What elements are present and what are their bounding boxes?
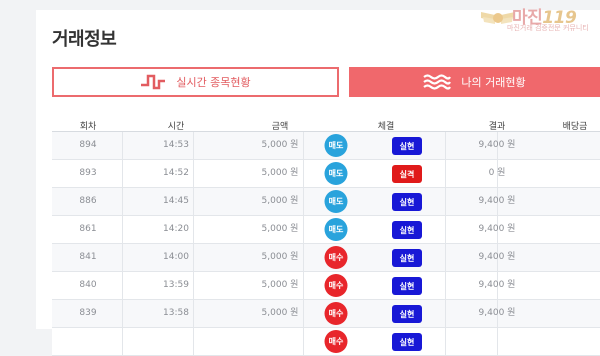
- execution-status-badge: 실현: [392, 277, 422, 295]
- table-row: 매수 실현: [52, 328, 600, 356]
- column-divider: [193, 328, 194, 355]
- trade-type-badge: 매도: [324, 162, 348, 185]
- column-divider: [445, 272, 446, 299]
- table-row: 886 14:45 5,000 원 매도 실현 9,400 원: [52, 188, 600, 216]
- trade-type-badge: 매도: [324, 190, 348, 213]
- pulse-icon: [141, 74, 166, 90]
- column-divider: [445, 160, 446, 187]
- round-cell: 839: [79, 308, 97, 318]
- trade-type-badge: 매도: [324, 134, 348, 157]
- trade-type-badge: 매도: [324, 218, 348, 241]
- execution-status-badge: 실격: [392, 165, 422, 183]
- column-divider: [445, 300, 446, 327]
- round-cell: 841: [79, 252, 97, 262]
- result-cell: 9,400 원: [478, 224, 516, 234]
- column-divider: [122, 188, 123, 215]
- column-divider: [122, 132, 123, 159]
- round-cell: 894: [79, 140, 97, 150]
- column-divider: [445, 328, 446, 355]
- amount-cell: 5,000 원: [261, 196, 299, 206]
- trade-type-badge: 매수: [324, 302, 348, 325]
- round-cell: 886: [79, 196, 97, 206]
- execution-status-badge: 실현: [392, 305, 422, 323]
- result-cell: 9,400 원: [478, 140, 516, 150]
- execution-status-badge: 실현: [392, 137, 422, 155]
- trade-type-badge: 매수: [324, 274, 348, 297]
- column-divider: [193, 244, 194, 271]
- tab-my-trades-label: 나의 거래현황: [461, 76, 526, 89]
- column-divider: [445, 244, 446, 271]
- column-divider: [303, 132, 304, 159]
- time-cell: 14:20: [163, 224, 189, 234]
- column-divider: [445, 132, 446, 159]
- table-row: 841 14:00 5,000 원 매수 실현 9,400 원: [52, 244, 600, 272]
- result-cell: 9,400 원: [478, 252, 516, 262]
- column-divider: [303, 188, 304, 215]
- column-divider: [193, 160, 194, 187]
- execution-status-badge: 실현: [392, 221, 422, 239]
- time-cell: 14:52: [163, 168, 189, 178]
- column-divider: [497, 328, 498, 355]
- amount-cell: 5,000 원: [261, 168, 299, 178]
- column-divider: [122, 244, 123, 271]
- tab-live-label: 실시간 종목현황: [176, 76, 251, 89]
- trade-type-badge: 매수: [324, 330, 348, 353]
- round-cell: 893: [79, 168, 97, 178]
- logo-tagline: 마진거래 검증전문 커뮤니티: [507, 24, 589, 32]
- tab-my-trades[interactable]: 나의 거래현황: [349, 67, 600, 97]
- execution-status-badge: 실현: [392, 193, 422, 211]
- time-cell: 13:58: [163, 308, 189, 318]
- time-cell: 14:00: [163, 252, 189, 262]
- amount-cell: 5,000 원: [261, 140, 299, 150]
- amount-cell: 5,000 원: [261, 308, 299, 318]
- result-cell: 9,400 원: [478, 308, 516, 318]
- tab-live-status[interactable]: 실시간 종목현황: [52, 67, 339, 97]
- column-divider: [303, 216, 304, 243]
- column-divider: [122, 328, 123, 355]
- column-divider: [193, 300, 194, 327]
- trade-type-badge: 매수: [324, 246, 348, 269]
- table-row: 894 14:53 5,000 원 매도 실현 9,400 원: [52, 132, 600, 160]
- trade-table: 894 14:53 5,000 원 매도 실현 9,400 원 893 14:52 5,000 …: [52, 131, 600, 356]
- column-divider: [122, 300, 123, 327]
- column-divider: [122, 216, 123, 243]
- column-divider: [193, 272, 194, 299]
- result-cell: 9,400 원: [478, 280, 516, 290]
- column-divider: [193, 216, 194, 243]
- column-divider: [303, 272, 304, 299]
- column-divider: [303, 300, 304, 327]
- column-divider: [445, 216, 446, 243]
- round-cell: 861: [79, 224, 97, 234]
- table-row: 893 14:52 5,000 원 매도 실격 0 원: [52, 160, 600, 188]
- waves-icon: [423, 74, 452, 90]
- execution-status-badge: 실현: [392, 333, 422, 351]
- round-cell: 840: [79, 280, 97, 290]
- table-row: 840 13:59 5,000 원 매수 실현 9,400 원: [52, 272, 600, 300]
- amount-cell: 5,000 원: [261, 252, 299, 262]
- column-divider: [303, 244, 304, 271]
- result-cell: 0 원: [488, 168, 506, 178]
- table-row: 861 14:20 5,000 원 매도 실현 9,400 원: [52, 216, 600, 244]
- amount-cell: 5,000 원: [261, 280, 299, 290]
- time-cell: 13:59: [163, 280, 189, 290]
- column-divider: [303, 328, 304, 355]
- column-divider: [303, 160, 304, 187]
- execution-status-badge: 실현: [392, 249, 422, 267]
- time-cell: 14:53: [163, 140, 189, 150]
- result-cell: 9,400 원: [478, 196, 516, 206]
- table-row: 839 13:58 5,000 원 매수 실현 9,400 원: [52, 300, 600, 328]
- column-divider: [193, 188, 194, 215]
- column-divider: [122, 272, 123, 299]
- column-divider: [122, 160, 123, 187]
- page-title: 거래정보: [52, 29, 117, 50]
- column-divider: [193, 132, 194, 159]
- column-divider: [445, 188, 446, 215]
- time-cell: 14:45: [163, 196, 189, 206]
- amount-cell: 5,000 원: [261, 224, 299, 234]
